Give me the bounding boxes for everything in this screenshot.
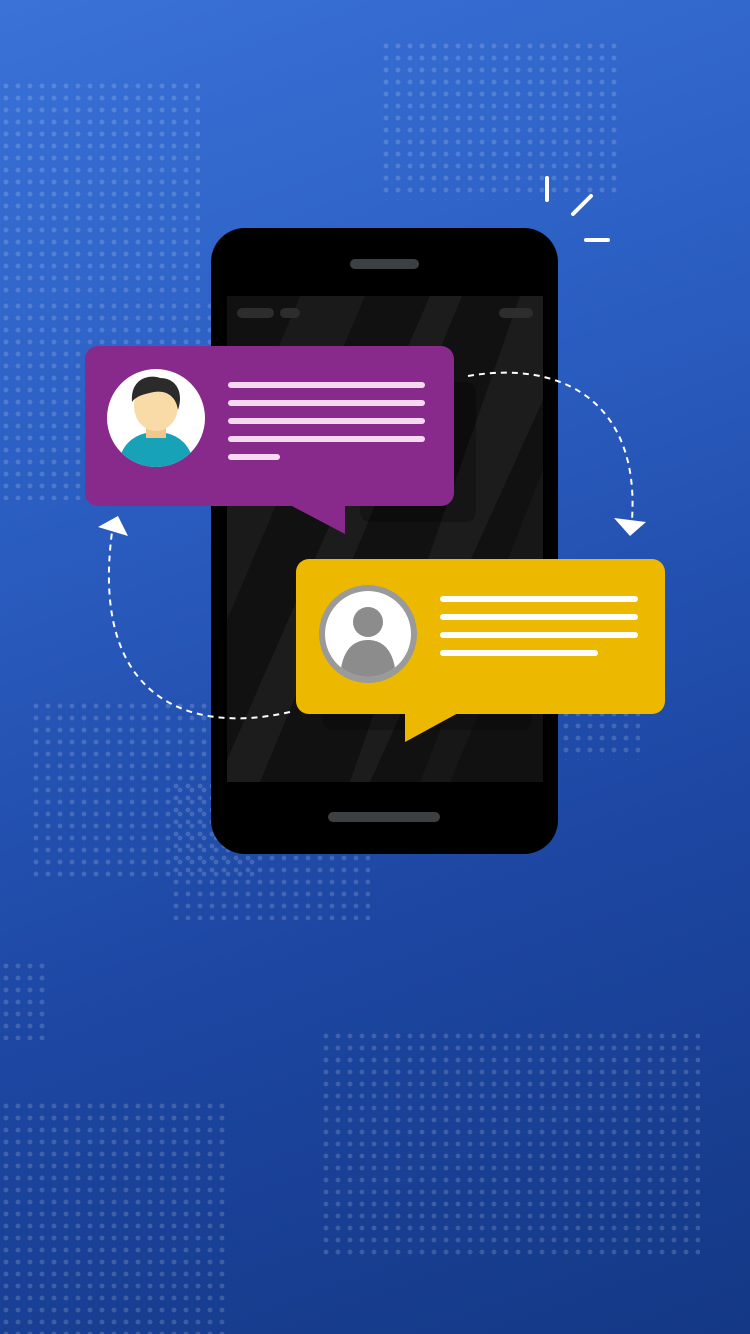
chat-bubble-contact xyxy=(296,559,665,742)
illustration xyxy=(85,176,665,854)
phone-icon xyxy=(211,228,558,854)
chat-bubble-user xyxy=(85,346,476,534)
sparkle-icon xyxy=(545,176,610,242)
placeholder-avatar-icon xyxy=(319,585,417,683)
